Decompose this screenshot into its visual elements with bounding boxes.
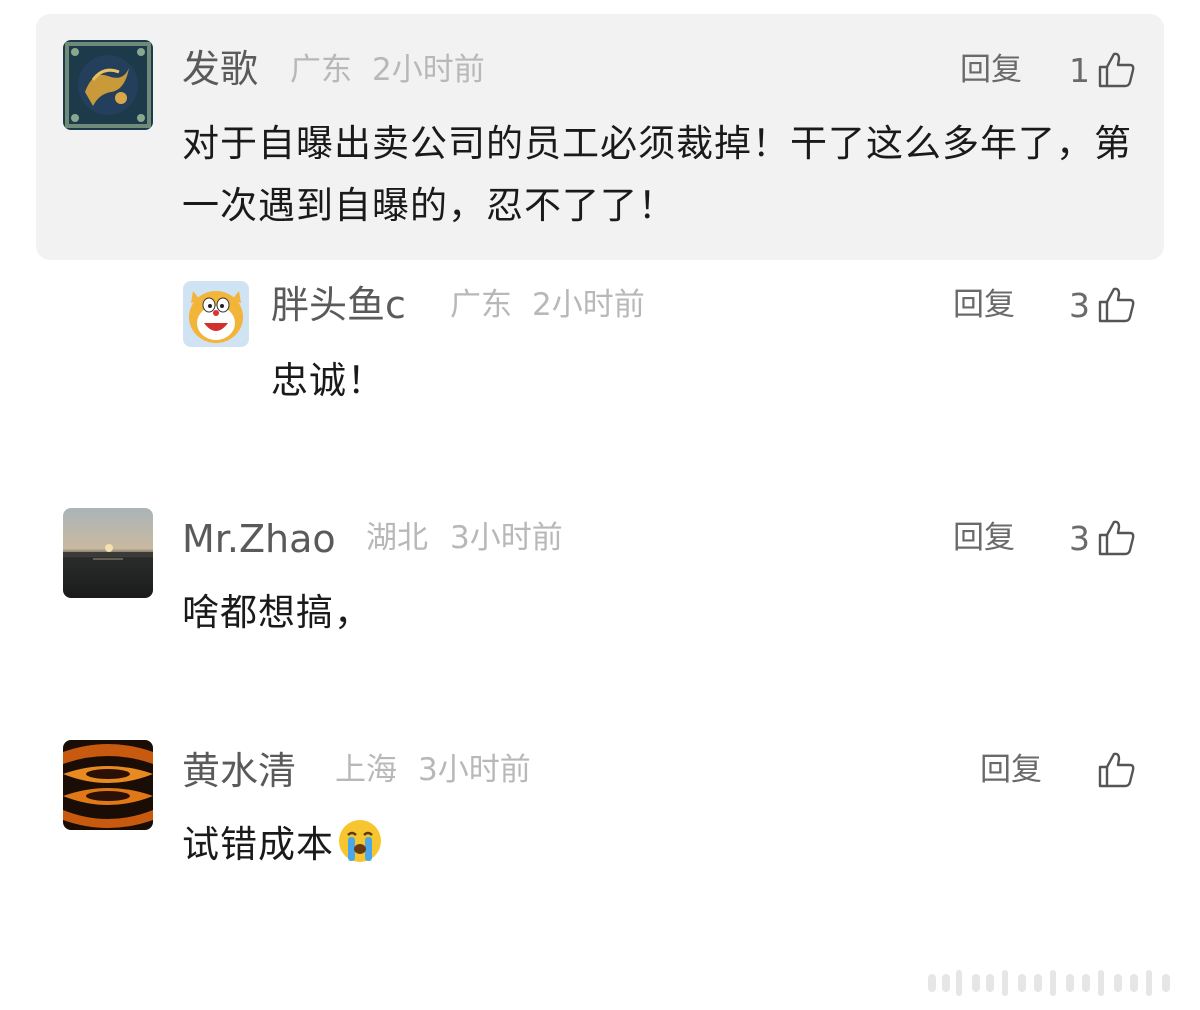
crying-face-emoji-icon xyxy=(339,820,381,862)
comment-list: 发歌 广东 2小时前 回复 1 对于自曝出卖公司的员工必须裁掉！干了这么多年了，… xyxy=(0,0,1200,1010)
comment-location: 上海 xyxy=(335,752,397,788)
like-count: 3 xyxy=(1069,286,1090,325)
comment-location: 广东 xyxy=(450,287,512,323)
commenter-name[interactable]: 黄水清 xyxy=(182,752,296,790)
commenter-name[interactable]: 发歌 xyxy=(182,50,258,88)
commenter-name[interactable]: 胖头鱼c xyxy=(271,286,406,324)
reply-button[interactable]: 回复 xyxy=(953,523,1015,554)
dragon-pattern-avatar[interactable] xyxy=(63,40,153,130)
comment-text: 试错成本 xyxy=(182,814,384,876)
thumbs-up-icon[interactable] xyxy=(1097,285,1137,325)
comment-location: 湖北 xyxy=(366,520,428,556)
reply-button[interactable]: 回复 xyxy=(960,55,1022,86)
comment-text: 忠诚！ xyxy=(271,359,385,402)
comment-text-content: 试错成本 xyxy=(182,823,334,866)
like-count: 1 xyxy=(1069,51,1090,90)
comment-text: 啥都想搞， xyxy=(182,591,372,634)
sunset-lake-avatar[interactable] xyxy=(63,508,153,598)
like-count: 3 xyxy=(1069,519,1090,558)
doraemon-avatar[interactable] xyxy=(183,281,249,347)
watermark-logo xyxy=(928,970,1170,996)
reply-button[interactable]: 回复 xyxy=(953,290,1015,321)
commenter-name[interactable]: Mr.Zhao xyxy=(182,520,336,558)
orange-pattern-avatar[interactable] xyxy=(63,740,153,830)
thumbs-up-icon[interactable] xyxy=(1097,750,1137,790)
comment-time: 3小时前 xyxy=(418,752,531,788)
reply-button[interactable]: 回复 xyxy=(980,755,1042,786)
comment-time: 2小时前 xyxy=(372,52,485,88)
comment-text: 对于自曝出卖公司的员工必须裁掉！干了这么多年了，第一次遇到自曝的，忍不了了！ xyxy=(182,122,1132,227)
comment-time: 3小时前 xyxy=(450,520,563,556)
comment-time: 2小时前 xyxy=(532,287,645,323)
comment-location: 广东 xyxy=(290,52,352,88)
thumbs-up-icon[interactable] xyxy=(1097,518,1137,558)
thumbs-up-icon[interactable] xyxy=(1097,50,1137,90)
